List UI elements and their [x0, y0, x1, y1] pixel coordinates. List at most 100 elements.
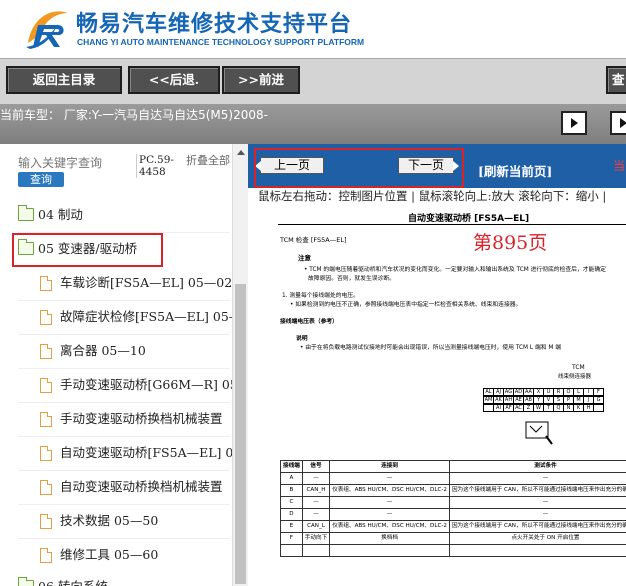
tree-label: 手动变速驱动桥[G66M—R] 05	[60, 377, 232, 392]
scroll-up-icon[interactable]	[237, 150, 245, 155]
document-icon	[40, 548, 52, 563]
doc-note-line: • TCM 的端电压随着驱动桥和汽车状况的变化而变化。一定要对输入和输出系统及 …	[304, 267, 606, 273]
table-cell: 换档档	[329, 532, 450, 545]
forward-button[interactable]: >>前进	[222, 66, 300, 94]
back-button[interactable]: <<后退.	[128, 66, 220, 94]
connector-pin-grid: AL AJ AG AD AA X U R O L I F AM AK AH AE AB Y V S P M J G AI AF AC…	[483, 388, 626, 412]
doc-note-line: 故障原因。否则，就发生误诊断。	[308, 276, 395, 282]
tree-doc-automatic-transaxle[interactable]: 自动变速驱动桥[FS5A—EL] 05	[40, 438, 232, 468]
tree-doc-service-tools[interactable]: 维修工具 05—60	[40, 540, 232, 570]
table-cell: —	[448, 508, 626, 521]
table-row: D—————	[280, 508, 626, 521]
search-button[interactable]: 查询	[18, 172, 64, 187]
table-cell: —	[329, 496, 450, 509]
table-row: C—————	[280, 496, 626, 509]
doc-title-bar: 自动变速驱动桥 [FS5A—EL]	[278, 211, 626, 225]
page-nav-highlight	[254, 148, 464, 188]
document-icon	[40, 344, 52, 359]
document-icon	[40, 446, 52, 461]
tree-doc-symptom-troubleshooting[interactable]: 故障症状检修[FS5A—EL] 05—	[40, 302, 232, 332]
header: 畅易汽车维修技术支持平台 CHANG YI AUTO MAINTENANCE T…	[0, 0, 626, 58]
document-page[interactable]: 自动变速驱动桥 [FS5A—EL] 第895页 TCM 检查 [FS5A—EL]…	[248, 204, 626, 586]
collapse-all-button[interactable]: 折叠全部	[186, 154, 230, 167]
tree-label: 自动变速驱动桥[FS5A—EL] 05	[60, 445, 232, 460]
brand-subtitle: CHANG YI AUTO MAINTENANCE TECHNOLOGY SUP…	[77, 37, 365, 47]
tree-doc-manual-transaxle[interactable]: 手动变速驱动桥[G66M—R] 05	[40, 370, 232, 400]
refresh-page-link[interactable]: [刷新当前页]	[478, 161, 552, 180]
tree-folder-braking[interactable]: 04 制动	[18, 200, 228, 230]
table-cell: —	[329, 508, 450, 521]
table-cell: B	[280, 484, 303, 497]
tree-doc-manual-shift-mechanism[interactable]: 手动变速驱动桥换档机械装置	[40, 404, 232, 434]
table-cell: C	[280, 496, 303, 509]
doc-table-ref: 接线端电压表（参考）	[280, 319, 338, 325]
car-model-bar: 当前车型： 厂家:Y-一汽马自达马自达5(M5)2008-	[0, 104, 626, 144]
home-button[interactable]: 返回主目录	[6, 66, 122, 94]
tree-label: 06 转向系统	[38, 572, 108, 586]
toolbar: 返回主目录 <<后退. >>前进 查	[0, 58, 626, 104]
tree-doc-automatic-shift-mechanism[interactable]: 自动变速驱动桥换档机械装置	[40, 472, 232, 502]
doc-step-sub: • 如果检测到的电压不正确，参照接线端电压表中指定一栏检查相关系统、线束和连接器…	[290, 302, 522, 308]
tree-label: 维修工具 05—60	[60, 547, 159, 562]
doc-section-heading: TCM 检查 [FS5A—EL]	[280, 236, 347, 244]
table-row: F手动向下换档档点火开关处于 ON 开启位置检测选档杆在 M 档位置换档档的操作…	[280, 532, 626, 545]
tree-label: 04 制动	[38, 207, 83, 222]
table-header-cell: 接线端	[280, 460, 303, 473]
table-cell	[448, 544, 626, 557]
query-button[interactable]: 查	[606, 66, 626, 94]
document-viewer: 上一页 下一页 [刷新当前页] 当 鼠标左右拖动：控制图片位置 | 鼠标滚轮向上…	[248, 144, 626, 586]
table-body: A—————BCAN_H仪表组、ABS HU/CM、DSC HU/CM、DLC-…	[280, 472, 626, 557]
doc-title: 自动变速驱动桥 [FS5A—EL]	[408, 214, 530, 224]
table-cell: CAN_H	[301, 484, 331, 497]
table-cell: —	[329, 472, 450, 485]
doc-desc-heading: 说明	[296, 336, 308, 342]
table-cell: 因为这个接线端用于 CAN，所以不可能通过接线端电压来作出充分的确定。	[448, 520, 626, 533]
nav-next-icon-2[interactable]	[610, 111, 626, 135]
divider	[18, 368, 230, 369]
table-header-cell: 连接到	[329, 460, 450, 473]
doc-step: 1. 测量每个接线端处的电压。	[282, 293, 359, 299]
table-cell: —	[301, 496, 331, 509]
divider	[18, 470, 230, 471]
selection-highlight	[12, 233, 163, 267]
table-header-row: 接线端信号连接到测试条件电压（V）检查项目	[280, 460, 626, 473]
scroll-thumb[interactable]	[235, 284, 246, 584]
table-cell: F	[280, 532, 303, 545]
terminal-voltage-table: 接线端信号连接到测试条件电压（V）检查项目 A—————BCAN_H仪表组、AB…	[280, 460, 626, 557]
tree-scrollbar[interactable]	[232, 144, 248, 586]
document-icon	[40, 276, 52, 291]
tree-label: 手动变速驱动桥换档机械装置	[60, 411, 223, 426]
table-cell	[280, 544, 303, 557]
table-cell	[329, 544, 450, 557]
table-cell: E	[280, 520, 303, 533]
folder-icon	[18, 577, 34, 586]
search-input[interactable]	[18, 156, 128, 170]
brand-logo-icon	[26, 11, 68, 49]
divider	[18, 334, 230, 335]
table-cell: CAN_L	[301, 520, 331, 533]
tree-doc-clutch[interactable]: 离合器 05—10	[40, 336, 232, 366]
connector-probe-icon	[525, 421, 553, 445]
folder-icon	[18, 205, 34, 221]
connector-pin-row: AL AJ AG AD AA X U R O L I F	[483, 388, 626, 396]
brand-title: 畅易汽车维修技术支持平台	[76, 12, 353, 37]
table-row: E CAN_L 仪表组、ABS HU/CM、DSC HU/CM、DLC-2 因为这个接…	[280, 520, 626, 533]
document-icon	[40, 480, 52, 495]
tree-doc-technical-data[interactable]: 技术数据 05—50	[40, 506, 232, 536]
current-car-model: 当前车型： 厂家:Y-一汽马自达马自达5(M5)2008-	[0, 108, 268, 122]
nav-next-icon[interactable]	[561, 111, 587, 135]
divider	[18, 402, 230, 403]
connector-pin: G	[593, 396, 604, 404]
table-cell: A	[280, 472, 303, 485]
left-panel: 查询 PC.59-4458 折叠全部 04 制动 05 变速器/驱动桥 车载诊断…	[0, 144, 248, 586]
page-nav-strip: 上一页 下一页 [刷新当前页] 当	[248, 144, 626, 188]
table-cell: —	[301, 508, 331, 521]
divider	[18, 538, 230, 539]
table-cell: 仪表组、ABS HU/CM、DSC HU/CM、DLC-2	[329, 520, 450, 533]
tree-label: 车载诊断[FS5A—EL] 05—02	[60, 275, 233, 290]
connector-pin	[593, 404, 604, 412]
tree-folder-steering[interactable]: 06 转向系统	[18, 572, 228, 586]
tree-doc-onboard-diagnosis[interactable]: 车载诊断[FS5A—EL] 05—02	[40, 268, 232, 298]
connector-pin-row: AM AK AH AE AB Y V S P M J G	[483, 396, 626, 404]
pc-code: PC.59-4458	[136, 154, 180, 178]
